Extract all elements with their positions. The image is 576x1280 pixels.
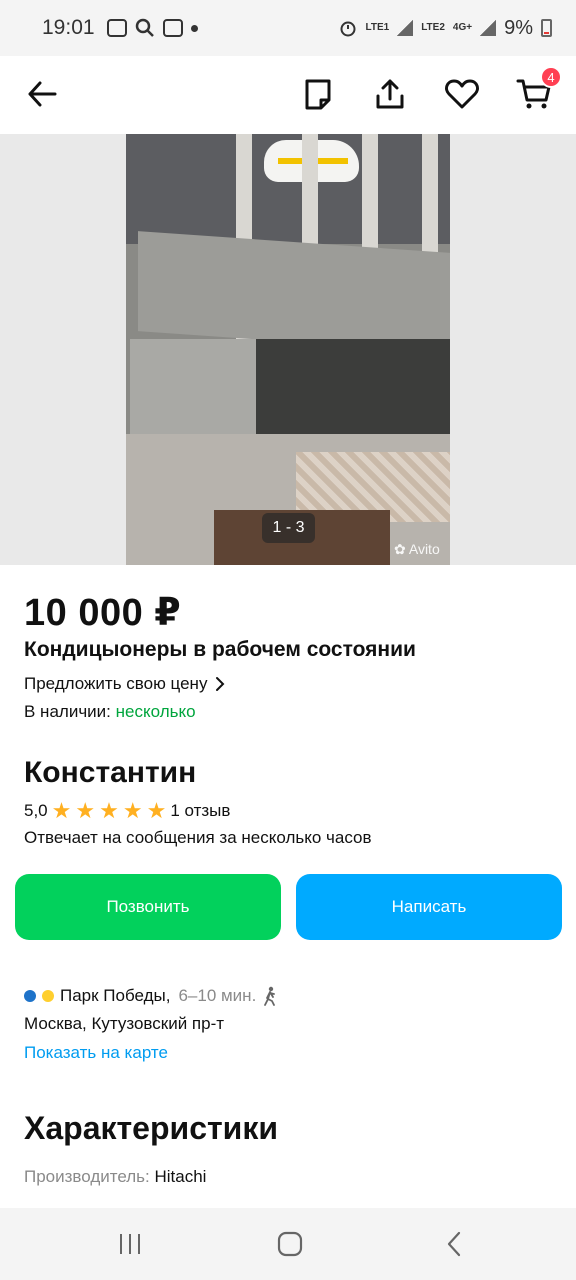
system-nav-bar [0, 1208, 576, 1280]
news-notification-icon [162, 19, 183, 37]
home-button[interactable] [276, 1230, 304, 1258]
app-notification-icon [106, 19, 127, 37]
characteristics-heading: Характеристики [24, 1110, 279, 1146]
metro-walk-time: 6–10 мин. [178, 986, 257, 1005]
status-right: LTE1 LTE2 4G+ 9% [339, 17, 552, 40]
share-icon [376, 79, 404, 109]
sim1-label: LTE1 [365, 22, 390, 33]
availability-label: В наличии: [24, 702, 111, 721]
photo-ac-front [130, 339, 260, 439]
note-icon [305, 79, 331, 110]
listing-title: Кондицыонеры в рабочем состоянии [24, 638, 416, 661]
review-count: 1 отзыв [170, 801, 231, 820]
star-icon: ★ [122, 798, 143, 823]
metro-station: Парк Победы, 6–10 мин. [24, 986, 278, 1006]
rating-value: 5,0 [24, 801, 48, 820]
characteristic-value: Hitachi [154, 1167, 207, 1186]
photo-ac-grill [256, 339, 450, 439]
arrow-left-icon [28, 81, 57, 107]
star-icon: ★ [99, 798, 119, 823]
sim2-signal-icon [480, 20, 497, 36]
offer-price-link[interactable]: Предложить свою цену [24, 674, 225, 694]
status-bar: 19:01 LTE1 LTE2 4G+ 9% [0, 0, 576, 56]
battery-percent: 9% [504, 16, 533, 39]
back-nav-icon [447, 1231, 461, 1257]
recent-apps-button[interactable] [116, 1230, 144, 1258]
chevron-right-icon [216, 677, 225, 691]
watermark-text: Avito [408, 541, 440, 557]
characteristic-key: Производитель: [24, 1167, 150, 1186]
alarm-icon [340, 21, 356, 37]
sim2-label: LTE2 [421, 22, 445, 33]
status-time: 19:01 [42, 16, 95, 39]
top-toolbar: 4 [0, 56, 576, 134]
avito-watermark: ✿ Avito [394, 541, 440, 557]
photo-ac-top [138, 231, 450, 353]
listing-photo[interactable] [126, 134, 450, 565]
seller-rating[interactable]: 5,0 ★ ★ ★ ★ ★ 1 отзыв [24, 798, 231, 823]
back-nav-button[interactable] [440, 1230, 468, 1258]
more-notifications-icon [190, 24, 198, 32]
photo-counter: 1 - 3 [262, 513, 315, 543]
network-type: 4G+ [452, 22, 473, 33]
metro-line-dot [24, 990, 36, 1002]
photo-gallery[interactable]: 1 - 3 ✿ Avito [0, 134, 576, 565]
star-icon: ★ [51, 798, 72, 823]
availability-value: несколько [115, 702, 196, 721]
characteristic-row-cut [24, 1198, 554, 1208]
offer-price-label: Предложить свою цену [24, 674, 208, 693]
listing-price: 10 000 ₽ [24, 592, 182, 634]
metro-line-dot [42, 990, 54, 1002]
favorite-button[interactable] [440, 72, 484, 116]
note-button[interactable] [296, 72, 340, 116]
star-icon: ★ [146, 798, 167, 823]
show-on-map-link[interactable]: Показать на карте [24, 1043, 168, 1063]
walking-icon [264, 986, 276, 1006]
battery-icon [541, 19, 552, 37]
seller-name[interactable]: Константин [24, 756, 196, 790]
sim1-signal-icon [397, 20, 414, 36]
availability: В наличии: несколько [24, 702, 196, 722]
heart-icon [445, 79, 479, 109]
address: Москва, Кутузовский пр-т [24, 1014, 225, 1033]
characteristic-row: Производитель: Hitachi [24, 1167, 206, 1187]
share-button[interactable] [368, 72, 412, 116]
star-icon: ★ [75, 798, 96, 823]
cart-count-badge: 4 [540, 66, 562, 88]
home-icon [277, 1231, 303, 1257]
call-button[interactable]: Позвонить [15, 874, 281, 940]
message-button[interactable]: Написать [296, 874, 562, 940]
seller-response-time: Отвечает на сообщения за несколько часов [24, 828, 372, 847]
recent-apps-icon [120, 1234, 140, 1254]
cart-button[interactable]: 4 [512, 66, 562, 116]
back-button[interactable] [20, 72, 64, 116]
metro-name: Парк Победы, [60, 986, 171, 1005]
notification-icons [106, 18, 198, 38]
search-notification-icon [135, 18, 154, 37]
